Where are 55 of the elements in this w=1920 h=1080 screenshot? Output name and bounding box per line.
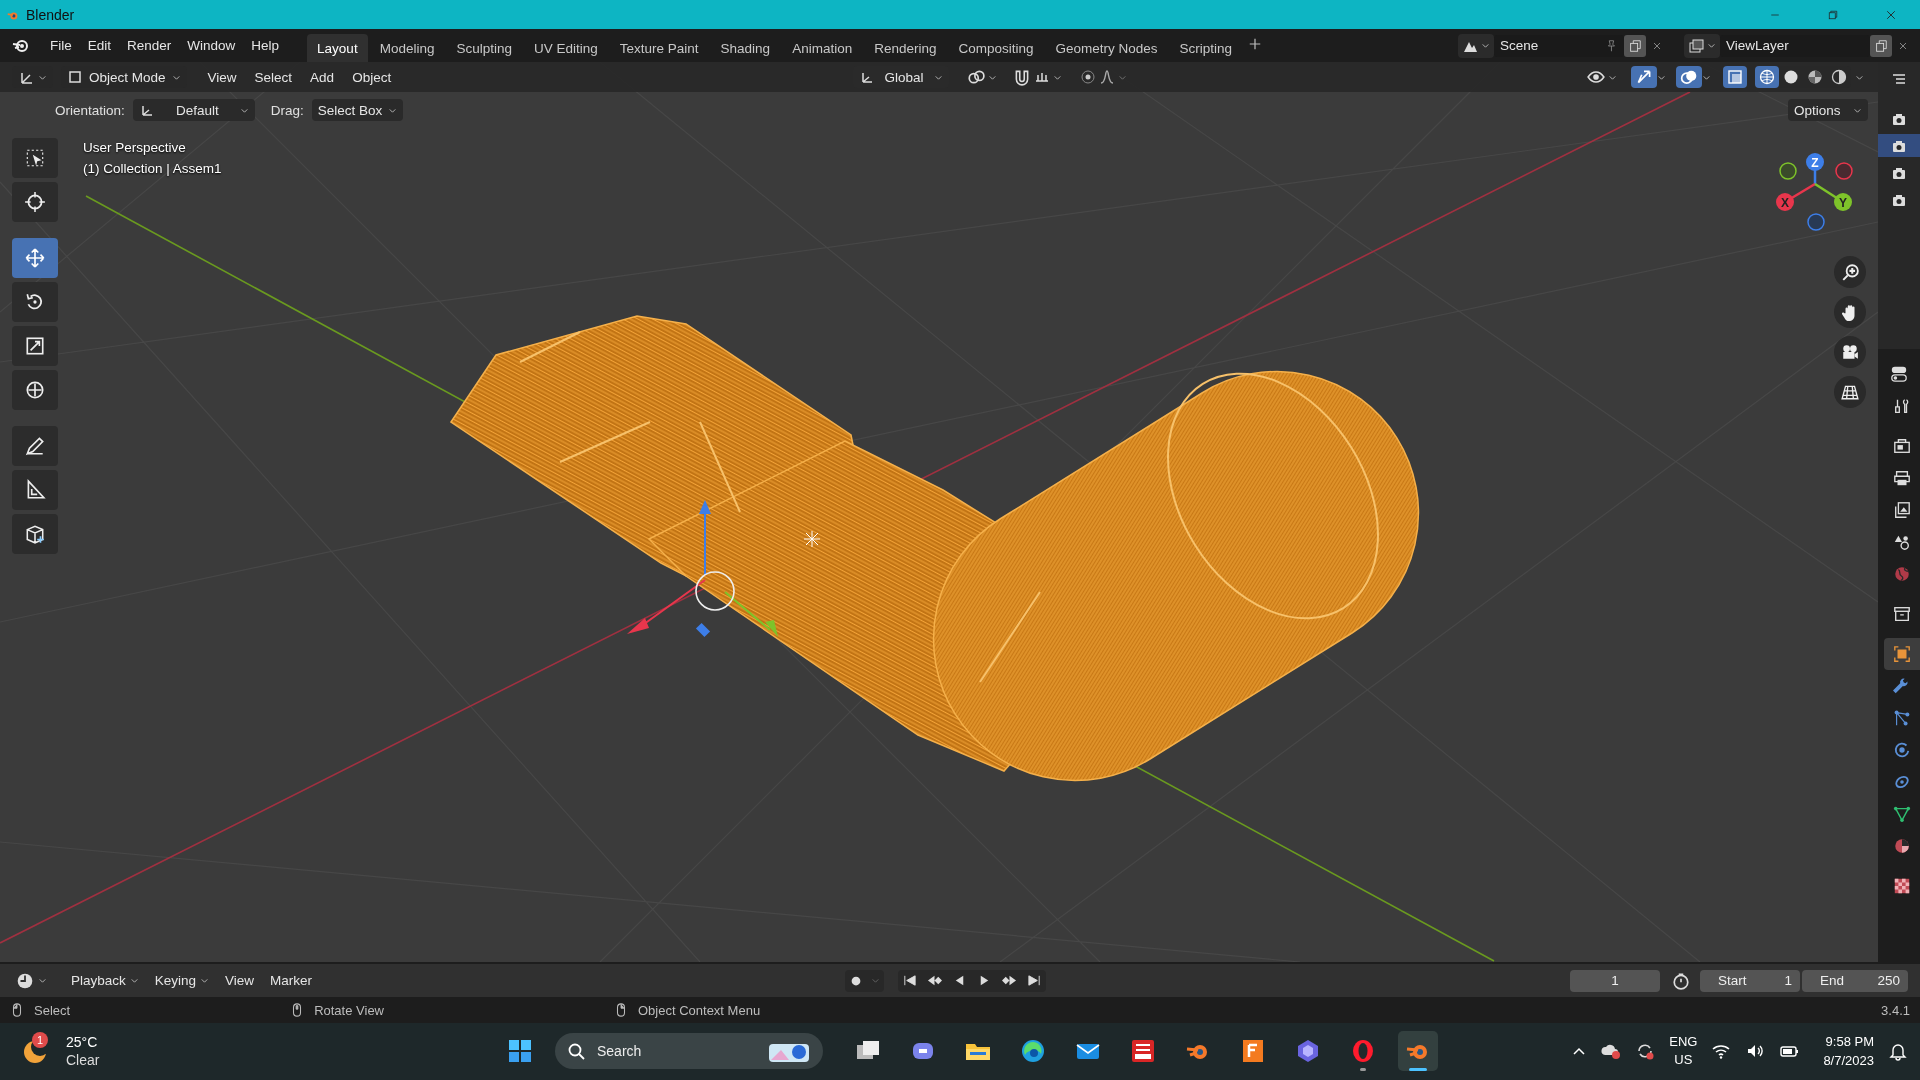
end-frame-field[interactable]: End 250 (1802, 969, 1908, 992)
workspace-tab[interactable]: Compositing (948, 34, 1044, 62)
axis-handle[interactable]: Z (1806, 153, 1824, 171)
menu-item[interactable]: Window (179, 34, 244, 57)
drag-dropdown[interactable]: Select Box (311, 99, 404, 121)
menu-item[interactable]: View (217, 970, 263, 992)
axis-handle[interactable]: Y (1834, 193, 1852, 211)
search-box[interactable]: Search (555, 1033, 823, 1070)
menu-item[interactable]: Marker (262, 970, 321, 992)
temperature-label: 25°C (66, 1033, 99, 1052)
start-frame-field[interactable]: Start 1 (1700, 969, 1800, 992)
start-label: Start (1717, 973, 1748, 989)
orientation-label: Orientation: (55, 102, 125, 118)
language-indicator[interactable]: ENG US (1669, 1033, 1698, 1070)
collection-info: (1) Collection | Assem1 (83, 161, 222, 176)
status-hint: Select (34, 1002, 71, 1018)
view-layer-field[interactable]: ViewLayer (1720, 34, 1870, 57)
end-label: End (1819, 973, 1846, 989)
axis-handle[interactable]: X (1776, 193, 1794, 211)
clock-time: 9:58 PM (1825, 1033, 1874, 1052)
weather-condition: Clear (66, 1051, 100, 1070)
drag-label: Drag: (270, 102, 304, 118)
menu-item[interactable]: Select (245, 66, 302, 88)
notification-badge: 1 (32, 1032, 48, 1049)
version-label: 3.4.1 (1881, 1002, 1910, 1018)
workspace-tab[interactable]: Texture Paint (609, 34, 709, 62)
scene-field[interactable]: Scene (1494, 34, 1624, 57)
status-hint: Object Context Menu (638, 1002, 761, 1018)
region-label: US (1674, 1051, 1693, 1070)
workspace-tab[interactable]: UV Editing (524, 34, 608, 62)
status-hint: Rotate View (314, 1002, 384, 1018)
menu-item[interactable]: Render (119, 34, 180, 57)
workspace-tab[interactable]: Geometry Nodes (1045, 34, 1168, 62)
menu-item[interactable]: File (42, 34, 80, 57)
current-frame-field[interactable]: 1 (1570, 969, 1660, 992)
clock-date: 8/7/2023 (1823, 1052, 1874, 1071)
workspace-tab[interactable]: Animation (782, 34, 863, 62)
workspace-tab[interactable]: Modeling (369, 34, 445, 62)
menu-item[interactable]: Add (301, 66, 344, 88)
workspace-tab[interactable]: Scripting (1169, 34, 1243, 62)
menu-item[interactable]: Edit (79, 34, 120, 57)
menu-item[interactable]: Object (343, 66, 401, 88)
workspace-tab[interactable]: Layout (307, 34, 368, 62)
window-title: Blender (26, 6, 75, 23)
menu-item[interactable]: Keying (146, 970, 218, 992)
menu-item[interactable]: Playback (63, 970, 147, 992)
menu-item[interactable]: Help (243, 34, 288, 57)
workspace-tab[interactable]: Shading (710, 34, 781, 62)
view-name: User Perspective (83, 140, 187, 155)
language-label: ENG (1669, 1033, 1698, 1052)
orientation-dropdown[interactable]: Default (132, 99, 255, 121)
workspace-tab[interactable]: Rendering (864, 34, 947, 62)
options-dropdown[interactable]: Options (1788, 99, 1868, 121)
menu-item[interactable]: View (198, 66, 246, 88)
workspace-tab[interactable]: Sculpting (446, 34, 522, 62)
